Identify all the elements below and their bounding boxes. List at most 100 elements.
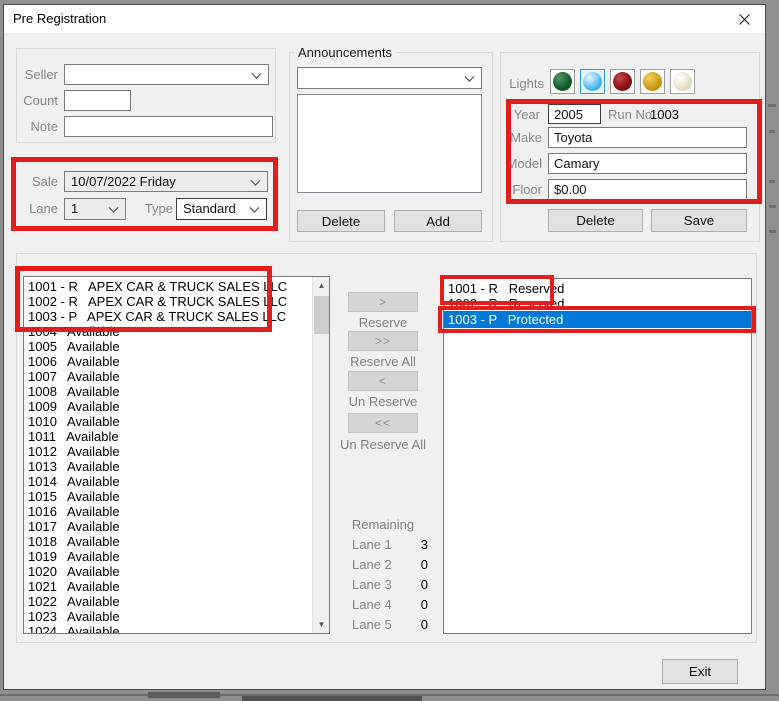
available-list-item[interactable]: 1020 Available: [24, 564, 311, 579]
remaining-lane-row: Lane 13: [352, 537, 428, 552]
available-list-item[interactable]: 1003 - P APEX CAR & TRUCK SALES LLC: [24, 309, 311, 324]
chevron-down-icon: [109, 203, 119, 213]
scroll-up-icon[interactable]: ▲: [313, 277, 330, 294]
available-list-item[interactable]: 1010 Available: [24, 414, 311, 429]
background-window-artifact: [769, 180, 775, 183]
run-no-value: 1003: [650, 107, 690, 123]
blue-light-icon: [583, 72, 602, 91]
lane-row-value: 0: [421, 597, 428, 612]
remaining-lane-row: Lane 30: [352, 577, 428, 592]
background-window-artifact: [769, 205, 776, 208]
available-list-item[interactable]: 1012 Available: [24, 444, 311, 459]
note-input[interactable]: [64, 116, 273, 137]
vehicle-save-button[interactable]: Save: [651, 209, 747, 232]
remaining-lane-row: Lane 2 0: [352, 557, 428, 572]
announcement-delete-button[interactable]: Delete: [297, 210, 385, 232]
un-reserve-button[interactable]: <: [348, 371, 418, 391]
lane-row-value: 0: [421, 617, 428, 632]
reserved-list-item[interactable]: 1003 - P Protected: [444, 311, 751, 328]
available-listbox[interactable]: 1001 - R APEX CAR & TRUCK SALES LLC1002 …: [23, 276, 330, 634]
available-list-item[interactable]: 1013 Available: [24, 459, 311, 474]
chevron-down-icon: [250, 203, 260, 213]
available-list-scrollbar[interactable]: ▲ ▼: [312, 277, 329, 633]
available-list-item[interactable]: 1022 Available: [24, 594, 311, 609]
background-window-artifact: [769, 230, 776, 233]
model-input[interactable]: [548, 153, 747, 174]
lane-row-label: Lane 3: [352, 577, 392, 592]
available-list-items: 1001 - R APEX CAR & TRUCK SALES LLC1002 …: [24, 279, 311, 633]
chevron-down-icon: [252, 68, 262, 78]
background-window-artifact: [242, 696, 422, 701]
lane-combobox[interactable]: 1: [64, 198, 126, 220]
background-window-artifact: [768, 104, 776, 107]
available-list-item[interactable]: 1011 Available: [24, 429, 311, 444]
remaining-lane-row: Lane 5 0: [352, 617, 428, 632]
make-input[interactable]: [548, 127, 747, 148]
announcement-add-button[interactable]: Add: [394, 210, 482, 232]
announcements-combobox[interactable]: [297, 67, 482, 89]
seller-combobox[interactable]: [64, 64, 269, 85]
available-list-item[interactable]: 1024 Available: [24, 624, 311, 634]
vehicle-delete-button[interactable]: Delete: [548, 209, 643, 232]
un-reserve-all-button[interactable]: <<: [348, 413, 418, 433]
lights-buttons: [550, 69, 700, 94]
lane-row-label: Lane 5: [352, 617, 392, 632]
count-input[interactable]: [64, 90, 131, 111]
available-list-item[interactable]: 1017 Available: [24, 519, 311, 534]
un-reserve-all-button-label: Un Reserve All: [333, 437, 433, 452]
year-input[interactable]: [548, 104, 601, 124]
available-list-item[interactable]: 1016 Available: [24, 504, 311, 519]
reserve-all-button-label: Reserve All: [333, 354, 433, 369]
chevron-down-icon: [465, 72, 475, 82]
remaining-title: Remaining: [333, 517, 433, 532]
available-list-item[interactable]: 1007 Available: [24, 369, 311, 384]
available-list-item[interactable]: 1014 Available: [24, 474, 311, 489]
note-label: Note: [14, 119, 58, 135]
available-list-item[interactable]: 1006 Available: [24, 354, 311, 369]
screen: Pre Registration Seller Count Note Sale …: [0, 0, 779, 701]
green-light-icon: [553, 72, 572, 91]
make-label: Make: [500, 130, 542, 146]
gold-light-button[interactable]: [640, 69, 665, 94]
reserved-listbox[interactable]: 1001 - R Reserved1002 - R Reserved1003 -…: [443, 278, 752, 634]
lane-label: Lane: [14, 201, 58, 217]
model-label: Model: [500, 156, 542, 172]
cream-light-button[interactable]: [670, 69, 695, 94]
un-reserve-button-label: Un Reserve: [333, 394, 433, 409]
blue-light-button[interactable]: [580, 69, 605, 94]
floor-input[interactable]: [548, 179, 747, 200]
reserve-all-button[interactable]: >>: [348, 331, 418, 351]
available-list-item[interactable]: 1015 Available: [24, 489, 311, 504]
available-list-item[interactable]: 1005 Available: [24, 339, 311, 354]
reserved-list-item[interactable]: 1001 - R Reserved: [444, 281, 751, 296]
available-list-item[interactable]: 1001 - R APEX CAR & TRUCK SALES LLC: [24, 279, 311, 294]
red-light-button[interactable]: [610, 69, 635, 94]
scroll-down-icon[interactable]: ▼: [313, 616, 330, 633]
window-title: Pre Registration: [13, 5, 106, 33]
scrollbar-thumb[interactable]: [314, 296, 329, 334]
available-list-item[interactable]: 1018 Available: [24, 534, 311, 549]
green-light-button[interactable]: [550, 69, 575, 94]
sale-label: Sale: [14, 174, 58, 190]
available-list-item[interactable]: 1002 - R APEX CAR & TRUCK SALES LLC: [24, 294, 311, 309]
reserved-list-item[interactable]: 1002 - R Reserved: [444, 296, 751, 311]
available-list-item[interactable]: 1009 Available: [24, 399, 311, 414]
available-list-item[interactable]: 1008 Available: [24, 384, 311, 399]
sale-combobox[interactable]: 10/07/2022 Friday: [64, 171, 268, 192]
available-list-item[interactable]: 1019 Available: [24, 549, 311, 564]
close-button[interactable]: [729, 5, 759, 33]
available-list-item[interactable]: 1004 Available: [24, 324, 311, 339]
announcements-title: Announcements: [294, 45, 396, 60]
background-window-artifact: [148, 692, 220, 698]
lane-row-label: Lane 2: [352, 557, 392, 572]
reserved-list-items: 1001 - R Reserved1002 - R Reserved1003 -…: [444, 281, 751, 633]
cream-light-icon: [673, 72, 692, 91]
available-list-item[interactable]: 1021 Available: [24, 579, 311, 594]
reserve-button[interactable]: >: [348, 292, 418, 312]
announcements-listbox[interactable]: [297, 94, 482, 193]
type-combobox[interactable]: Standard: [176, 198, 267, 220]
exit-button[interactable]: Exit: [662, 659, 738, 684]
close-icon: [738, 13, 751, 26]
lane-row-value: 0: [421, 557, 428, 572]
available-list-item[interactable]: 1023 Available: [24, 609, 311, 624]
